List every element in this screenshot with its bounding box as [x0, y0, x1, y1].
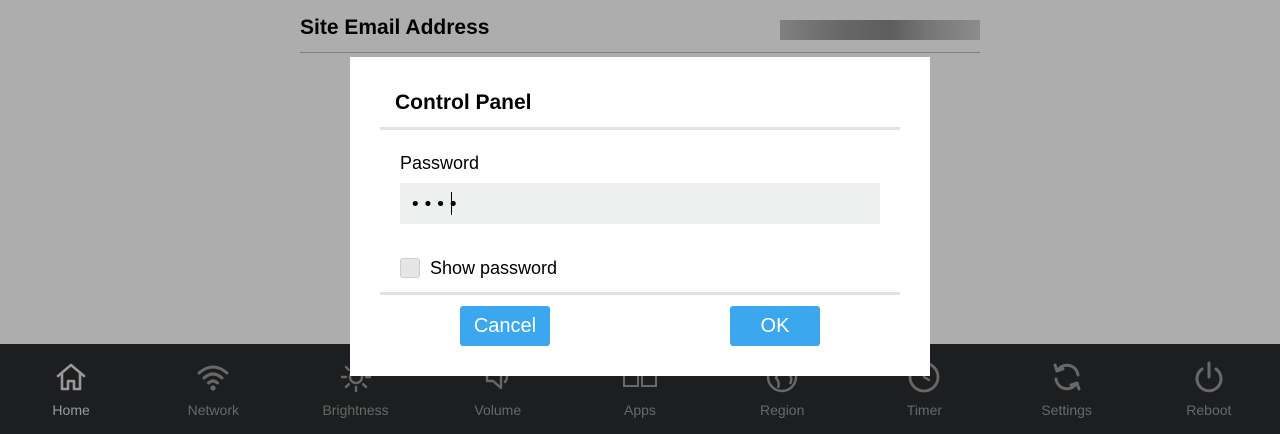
- password-masked-value: ••••: [410, 194, 461, 215]
- password-label: Password: [400, 153, 480, 173]
- cancel-button[interactable]: Cancel: [460, 306, 550, 346]
- dialog-buttons-divider: [380, 292, 900, 295]
- password-input[interactable]: ••••: [400, 183, 880, 224]
- show-password-label[interactable]: Show password: [430, 258, 557, 279]
- ok-button[interactable]: OK: [730, 306, 820, 346]
- dialog-title: Control Panel: [395, 91, 532, 114]
- dialog-title-divider: [380, 127, 900, 130]
- text-caret: [451, 192, 452, 215]
- show-password-checkbox[interactable]: [400, 258, 420, 278]
- password-dialog: Control Panel Password •••• Show passwor…: [350, 57, 930, 376]
